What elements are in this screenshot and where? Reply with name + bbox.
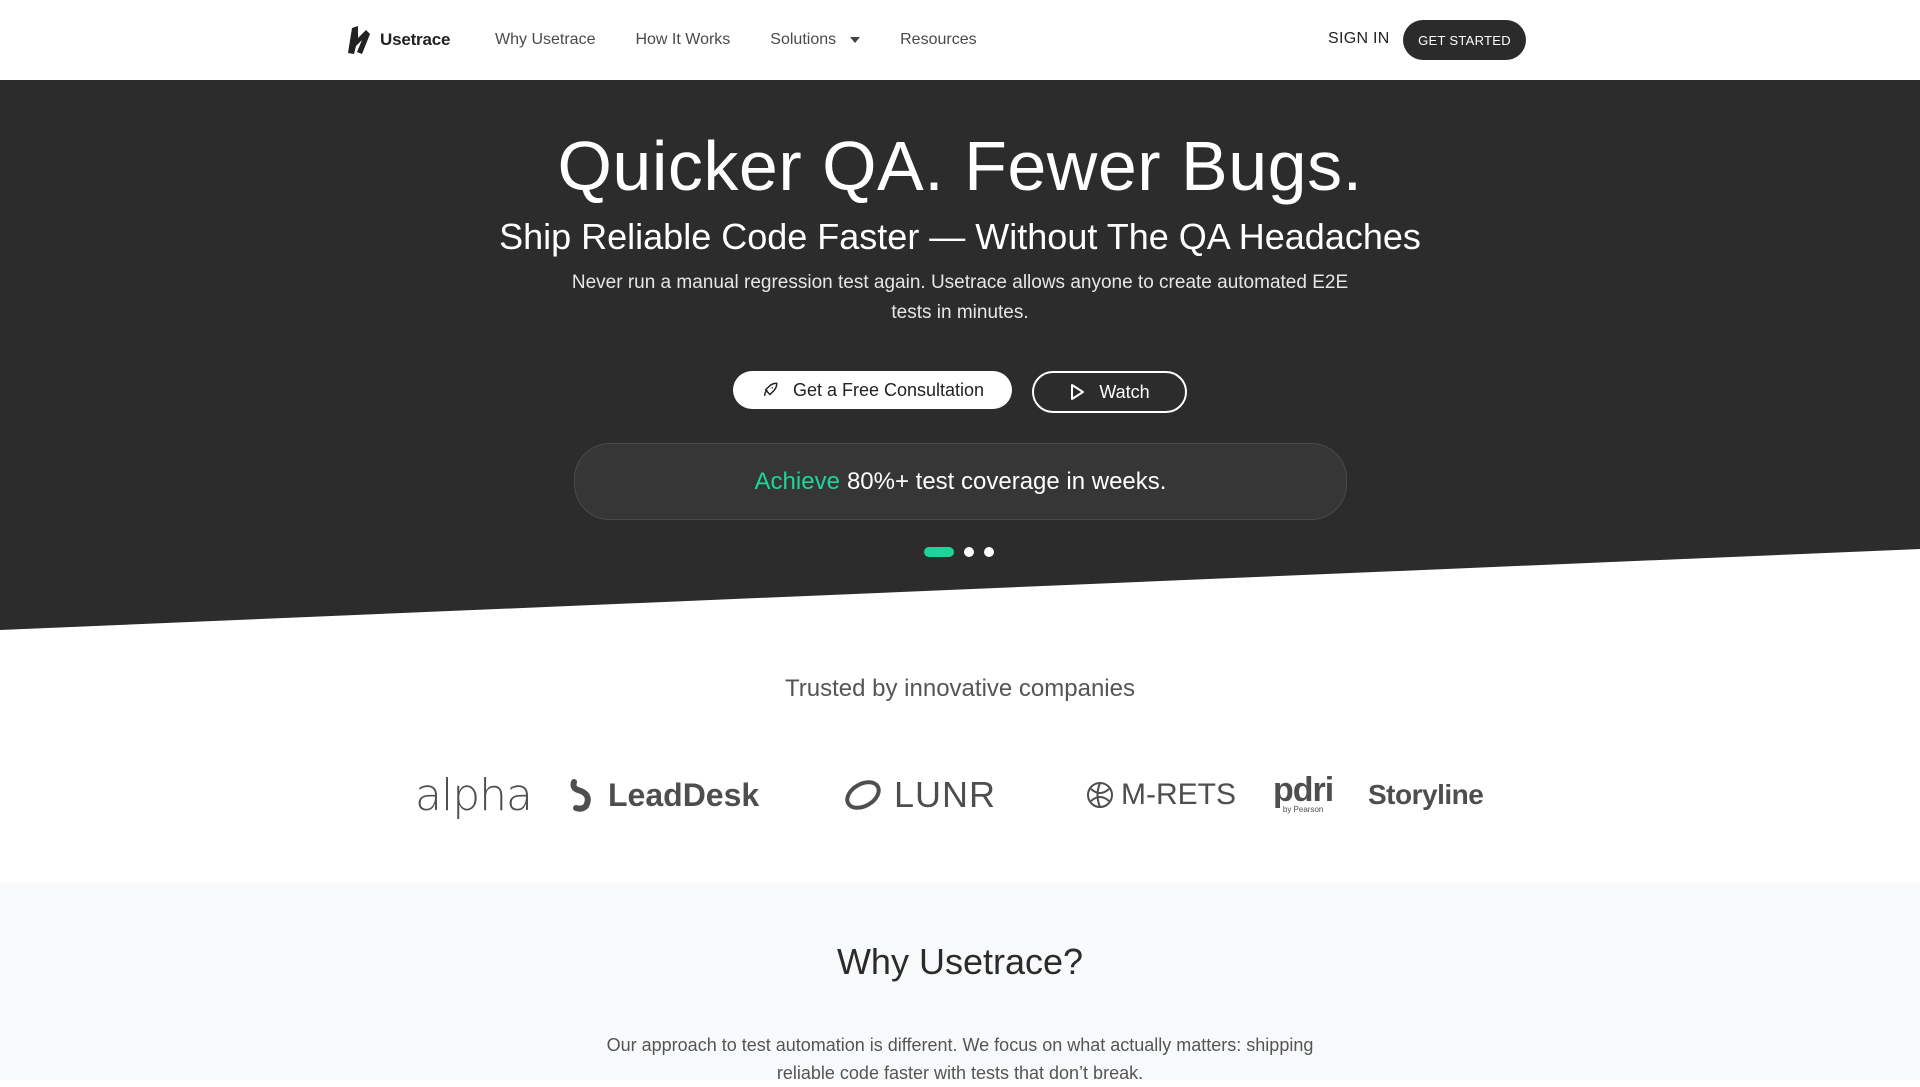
lunr-mark-icon — [845, 780, 881, 810]
top-navbar: Usetrace Why Usetrace How It Works Solut… — [0, 0, 1920, 80]
brand-name: Usetrace — [380, 30, 451, 49]
why-title: Why Usetrace? — [836, 941, 1084, 982]
storyline-logo: Storyline — [1368, 760, 1484, 830]
banner-text: 80%+ test coverage in weeks. — [846, 467, 1167, 495]
chevron-down-icon — [850, 37, 861, 43]
nav-link-how-it-works[interactable]: How It Works — [635, 31, 730, 49]
lunr-logo: LUNR — [842, 760, 996, 830]
mrets-mark-icon — [1087, 782, 1113, 808]
nav-link-label: Resources — [900, 31, 977, 48]
hero-subtitle: Ship Reliable Code Faster — Without The … — [499, 216, 1421, 257]
alpha-logo: alpha — [415, 760, 533, 830]
carousel-dot-3[interactable] — [984, 547, 994, 557]
logo-text: LUNR — [894, 774, 997, 815]
free-consultation-button[interactable]: Get a Free Consultation — [733, 371, 1012, 409]
banner-accent-word: Achieve — [754, 467, 840, 495]
mrets-logo: M-RETS — [1085, 760, 1236, 830]
logo-text: LeadDesk — [608, 776, 760, 813]
watch-label: Watch — [1099, 381, 1150, 402]
hero-description: Never run a manual regression test again… — [571, 272, 1349, 323]
logo-subtext: by Pearson — [1282, 805, 1324, 814]
nav-link-label: Why Usetrace — [495, 31, 596, 48]
why-usetrace-section: Why Usetrace? Our approach to test autom… — [0, 883, 1920, 1083]
hero-title: Quicker QA. Fewer Bugs. — [557, 127, 1363, 205]
logo-text: alpha — [415, 769, 533, 821]
nav-link-label: How It Works — [635, 31, 731, 48]
pdri-logo: pdri by Pearson — [1273, 760, 1334, 830]
leaddesk-mark-icon — [570, 779, 591, 812]
carousel-dots — [924, 547, 994, 557]
nav-link-why-usetrace[interactable]: Why Usetrace — [495, 31, 595, 49]
rocket-icon — [763, 382, 778, 396]
consultation-label: Get a Free Consultation — [792, 379, 985, 400]
sign-in-link[interactable]: SIGN IN — [1328, 30, 1390, 48]
nav-link-label: Solutions — [770, 31, 837, 48]
leaddesk-logo: LeadDesk — [568, 760, 759, 830]
main-nav: Why Usetrace How It Works Solutions Reso… — [495, 0, 1017, 80]
play-icon — [1071, 384, 1085, 400]
get-started-button[interactable]: GET STARTED — [1403, 20, 1526, 60]
why-description: Our approach to test automation is diffe… — [606, 1035, 1314, 1083]
coverage-banner: Achieve 80%+ test coverage in weeks. — [574, 443, 1347, 520]
logo-text: Storyline — [1368, 779, 1484, 810]
carousel-dot-1[interactable] — [924, 547, 954, 557]
nav-link-resources[interactable]: Resources — [900, 31, 976, 49]
customer-logos: alpha LeadDesk LUNR M-RETS pdri by Pears… — [0, 760, 1920, 830]
nav-link-solutions[interactable]: Solutions — [770, 31, 861, 49]
brand-logo[interactable]: Usetrace — [348, 24, 450, 56]
trusted-title: Trusted by innovative companies — [785, 675, 1135, 702]
carousel-dot-2[interactable] — [964, 547, 974, 557]
watch-video-button[interactable]: Watch — [1032, 371, 1187, 413]
logo-text: pdri — [1273, 771, 1334, 809]
usetrace-logo-icon — [348, 26, 370, 54]
logo-text: M-RETS — [1121, 778, 1236, 811]
